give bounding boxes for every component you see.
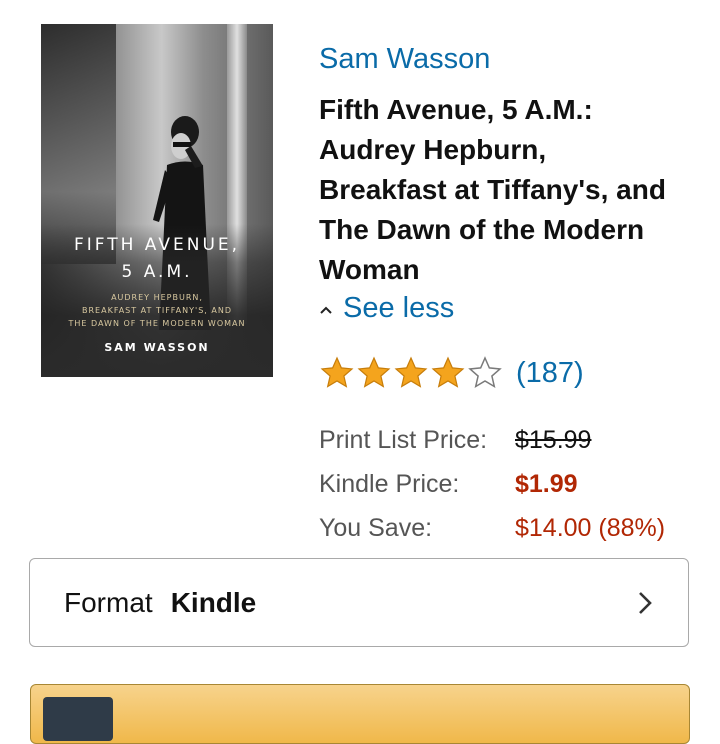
you-save-row: You Save: $14.00 (88%) <box>319 514 665 543</box>
cover-author: SAM WASSON <box>104 341 210 354</box>
chevron-right-icon <box>639 592 652 614</box>
chevron-up-icon <box>320 306 332 314</box>
cover-title-line1: FIFTH AVENUE, <box>73 235 241 255</box>
star-full-icon <box>394 356 428 388</box>
kindle-price-row: Kindle Price: $1.99 <box>319 470 578 499</box>
book-title-line: Fifth Avenue, 5 A.M.: <box>319 94 593 125</box>
book-title-line: The Dawn of the Modern <box>319 214 645 245</box>
star-empty-icon <box>468 356 502 389</box>
format-value: Kindle <box>170 586 257 618</box>
print-list-price-value: $15.99 <box>515 426 592 454</box>
book-title-line: Audrey Hepburn, <box>319 134 547 165</box>
kindle-price-value: $1.99 <box>515 470 578 498</box>
cover-subtitle-line2: BREAKFAST AT TIFFANY'S, AND <box>82 306 232 315</box>
star-full-icon <box>431 356 465 388</box>
book-title: Fifth Avenue, 5 A.M.: Audrey Hepburn, Br… <box>319 90 714 290</box>
star-rating[interactable]: (187) <box>319 355 584 391</box>
print-list-price-row: Print List Price: $15.99 <box>319 426 591 455</box>
star-full-icon <box>320 356 354 388</box>
book-title-line: Woman <box>319 254 420 285</box>
cover-subtitle-line3: THE DAWN OF THE MODERN WOMAN <box>68 319 246 328</box>
cover-subtitle-line1: AUDREY HEPBURN, <box>111 293 203 302</box>
rating-count-link[interactable]: (187) <box>516 357 584 390</box>
format-selector[interactable]: Format Kindle <box>29 558 689 647</box>
kindle-device-icon <box>43 697 113 741</box>
see-less-toggle[interactable]: See less <box>319 292 454 325</box>
print-list-price-label: Print List Price: <box>319 426 488 454</box>
author-link[interactable]: Sam Wasson <box>319 43 490 76</box>
book-cover-image[interactable]: FIFTH AVENUE, 5 A.M. AUDREY HEPBURN, BRE… <box>41 24 273 377</box>
see-less-label: See less <box>343 292 455 324</box>
buy-button[interactable] <box>30 684 690 744</box>
you-save-label: You Save: <box>319 514 433 542</box>
you-save-value: $14.00 (88%) <box>515 514 666 542</box>
cover-title-line2: 5 A.M. <box>121 262 193 282</box>
format-label: Format <box>64 586 153 618</box>
book-title-line: Breakfast at Tiffany's, and <box>319 174 666 205</box>
kindle-price-label: Kindle Price: <box>319 470 460 498</box>
star-full-icon <box>357 356 391 388</box>
